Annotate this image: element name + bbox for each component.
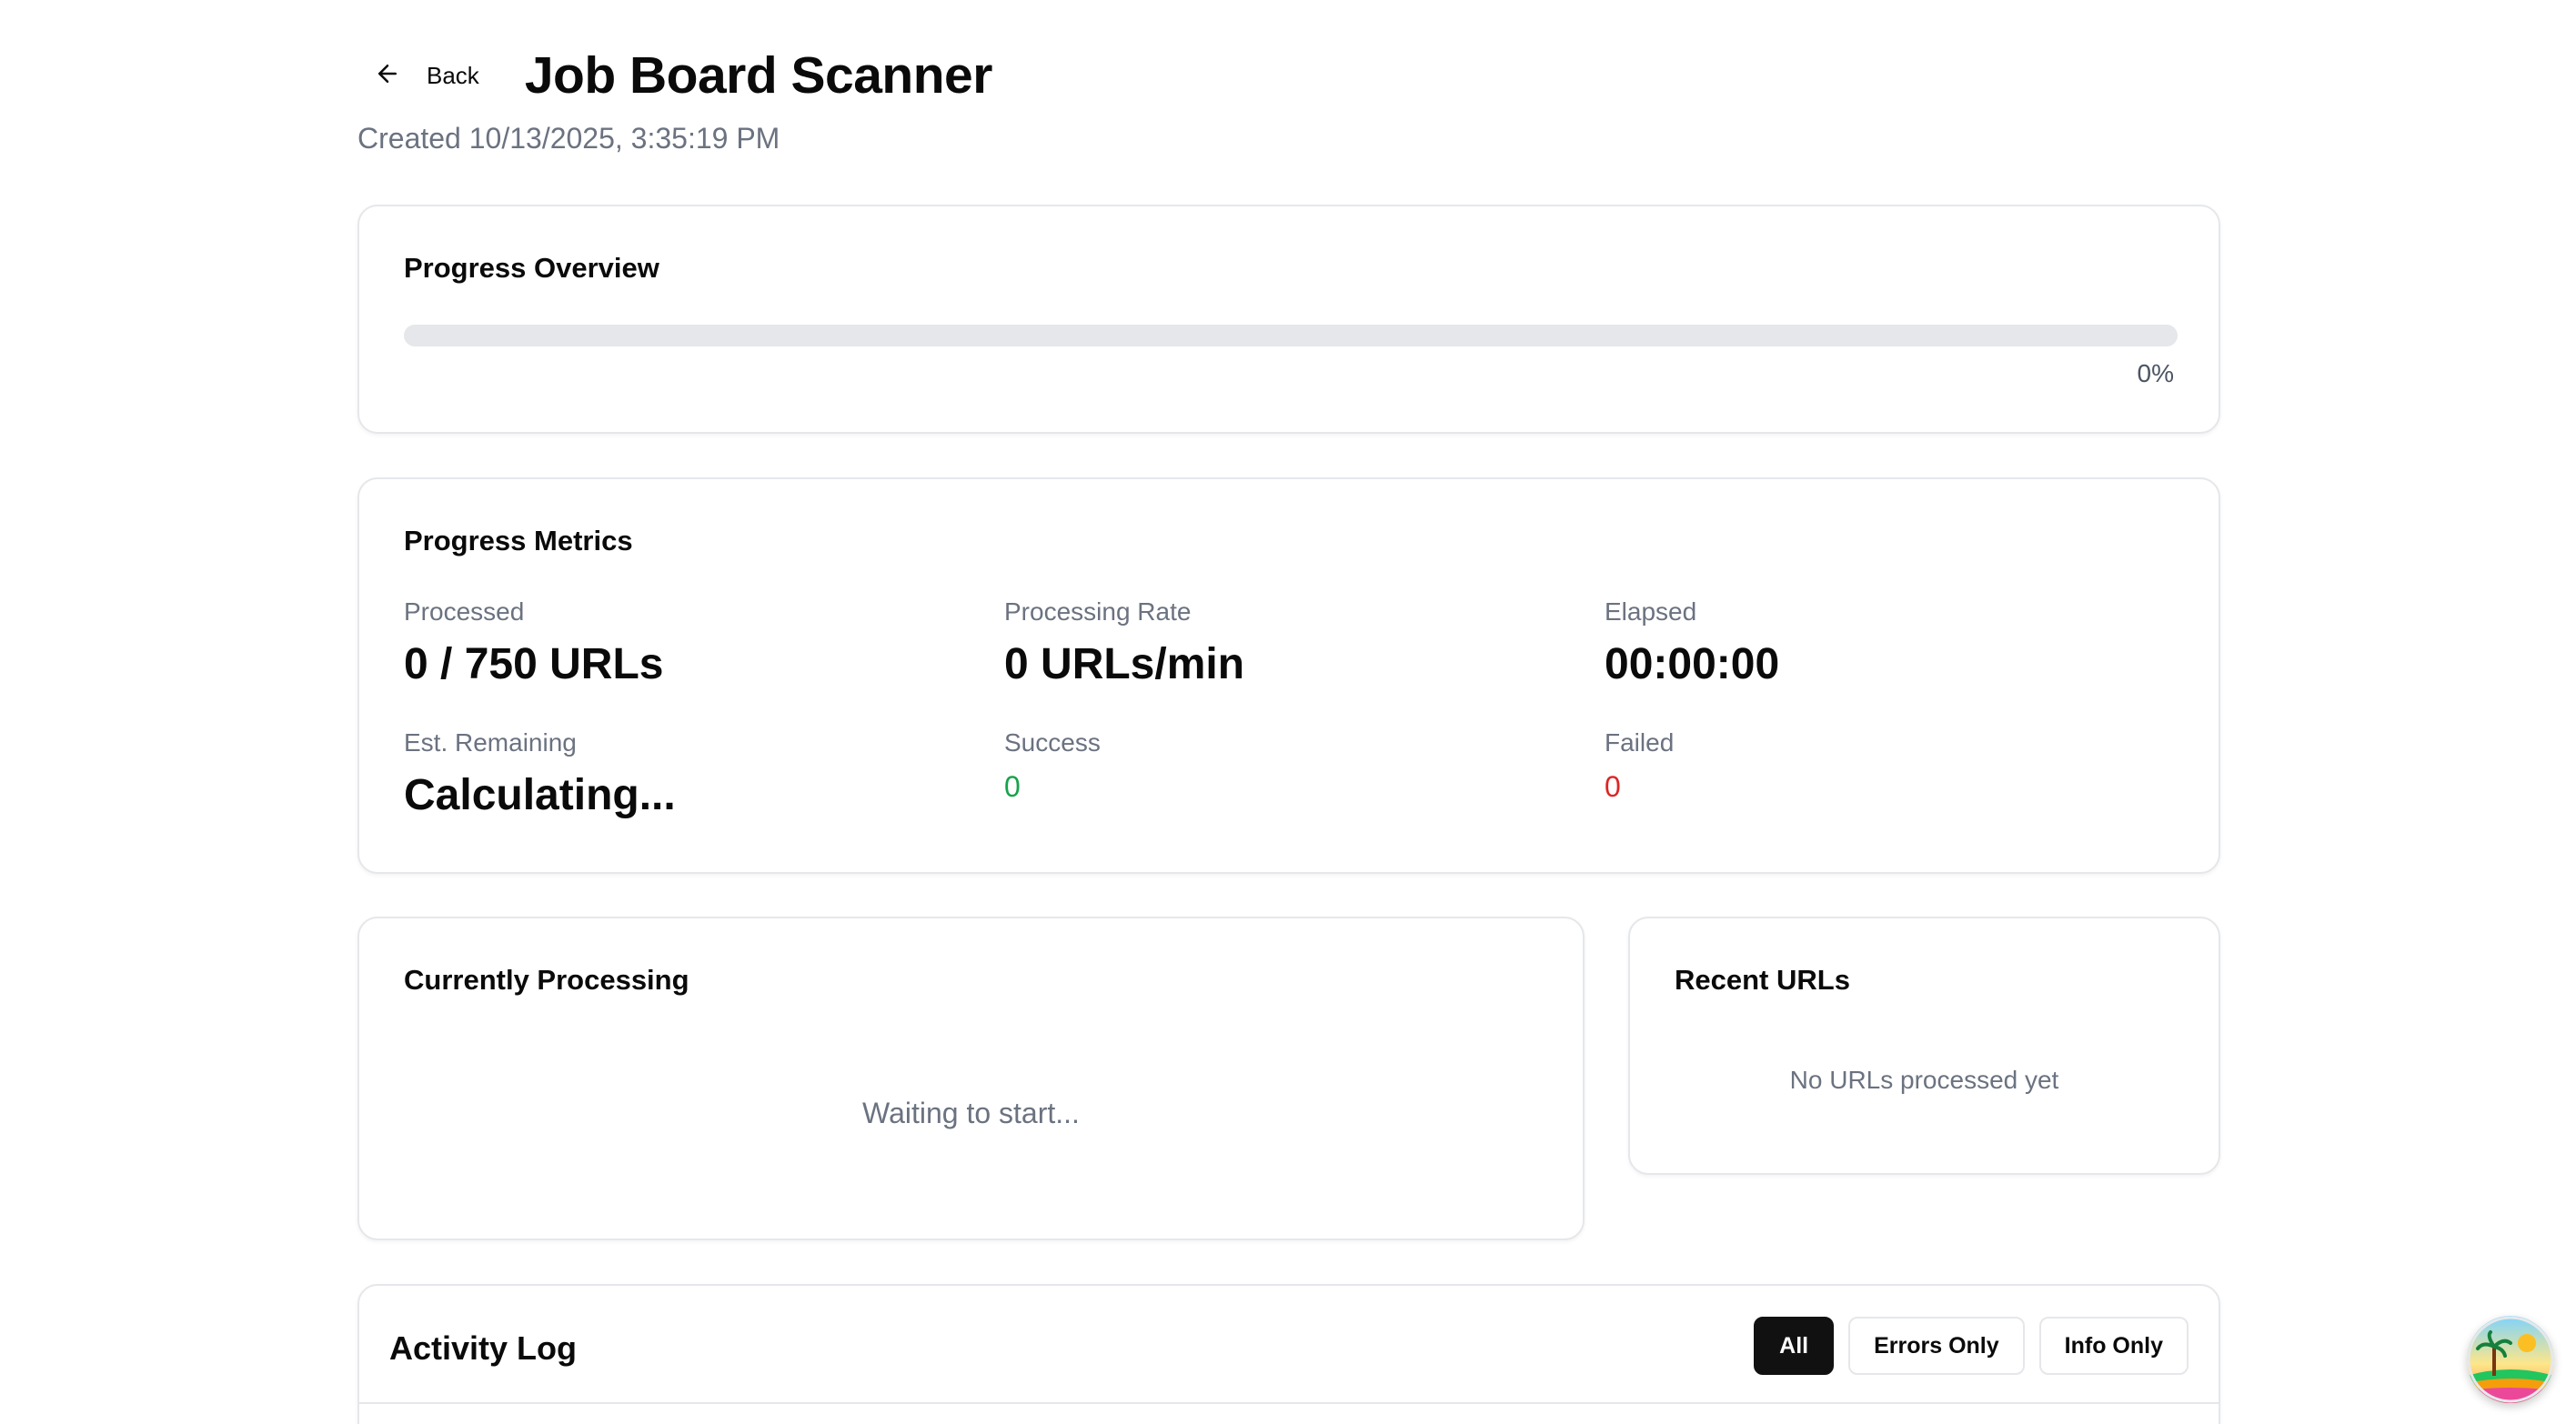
recent-urls-title: Recent URLs (1675, 964, 1850, 996)
currently-processing-card: Currently Processing Waiting to start... (357, 917, 1585, 1240)
metric-elapsed-value: 00:00:00 (1605, 640, 1780, 688)
recent-urls-empty: No URLs processed yet (1789, 1066, 2059, 1094)
progress-metrics-card: Progress Metrics Processed 0 / 750 URLs … (357, 477, 2220, 874)
filter-all-button[interactable]: All (1754, 1317, 1835, 1375)
progress-percent: 0% (2137, 359, 2174, 387)
metric-processed: Processed 0 / 750 URLs (404, 597, 663, 689)
filter-info-button[interactable]: Info Only (2038, 1317, 2189, 1375)
progress-overview-card: Progress Overview 0% (357, 205, 2220, 434)
metric-remaining: Est. Remaining Calculating... (404, 728, 676, 820)
currently-processing-title: Currently Processing (404, 964, 689, 996)
activity-log-card: Activity Log All Errors Only Info Only (357, 1284, 2220, 1424)
page-title: Job Board Scanner (524, 46, 993, 105)
metric-success: Success 0 (1004, 728, 1101, 804)
metric-rate-value: 0 URLs/min (1004, 640, 1245, 688)
back-label: Back (427, 61, 479, 89)
progress-metrics-title: Progress Metrics (404, 525, 633, 557)
metric-remaining-value: Calculating... (404, 771, 676, 819)
metric-remaining-label: Est. Remaining (404, 728, 577, 757)
created-timestamp: Created 10/13/2025, 3:35:19 PM (357, 122, 780, 155)
metric-failed-value: 0 (1605, 770, 1621, 803)
page-root: Back Job Board Scanner Created 10/13/202… (0, 0, 2576, 1424)
metric-rate-label: Processing Rate (1004, 597, 1192, 626)
metric-success-label: Success (1004, 728, 1101, 757)
currently-processing-empty: Waiting to start... (862, 1097, 1080, 1129)
recent-urls-card: Recent URLs No URLs processed yet (1628, 917, 2220, 1175)
activity-log-divider (359, 1402, 2219, 1404)
metric-elapsed: Elapsed 00:00:00 (1605, 597, 1779, 689)
arrow-left-icon (374, 60, 401, 92)
metric-processed-label: Processed (404, 597, 525, 626)
metric-failed-label: Failed (1605, 728, 1675, 757)
activity-filter-group: All Errors Only Info Only (1754, 1317, 2189, 1375)
back-button[interactable]: Back (357, 42, 501, 109)
page-header: Back Job Board Scanner (357, 42, 992, 109)
beach-avatar-icon (2467, 1316, 2554, 1403)
progress-bar (404, 325, 2178, 346)
floating-assistant-button[interactable] (2467, 1316, 2554, 1403)
progress-overview-title: Progress Overview (404, 252, 659, 284)
metric-rate: Processing Rate 0 URLs/min (1004, 597, 1244, 689)
filter-errors-button[interactable]: Errors Only (1848, 1317, 2025, 1375)
activity-log-title: Activity Log (389, 1329, 578, 1367)
metric-success-value: 0 (1004, 770, 1021, 803)
metric-processed-value: 0 / 750 URLs (404, 640, 664, 688)
metric-elapsed-label: Elapsed (1605, 597, 1697, 626)
metric-failed: Failed 0 (1605, 728, 1674, 804)
